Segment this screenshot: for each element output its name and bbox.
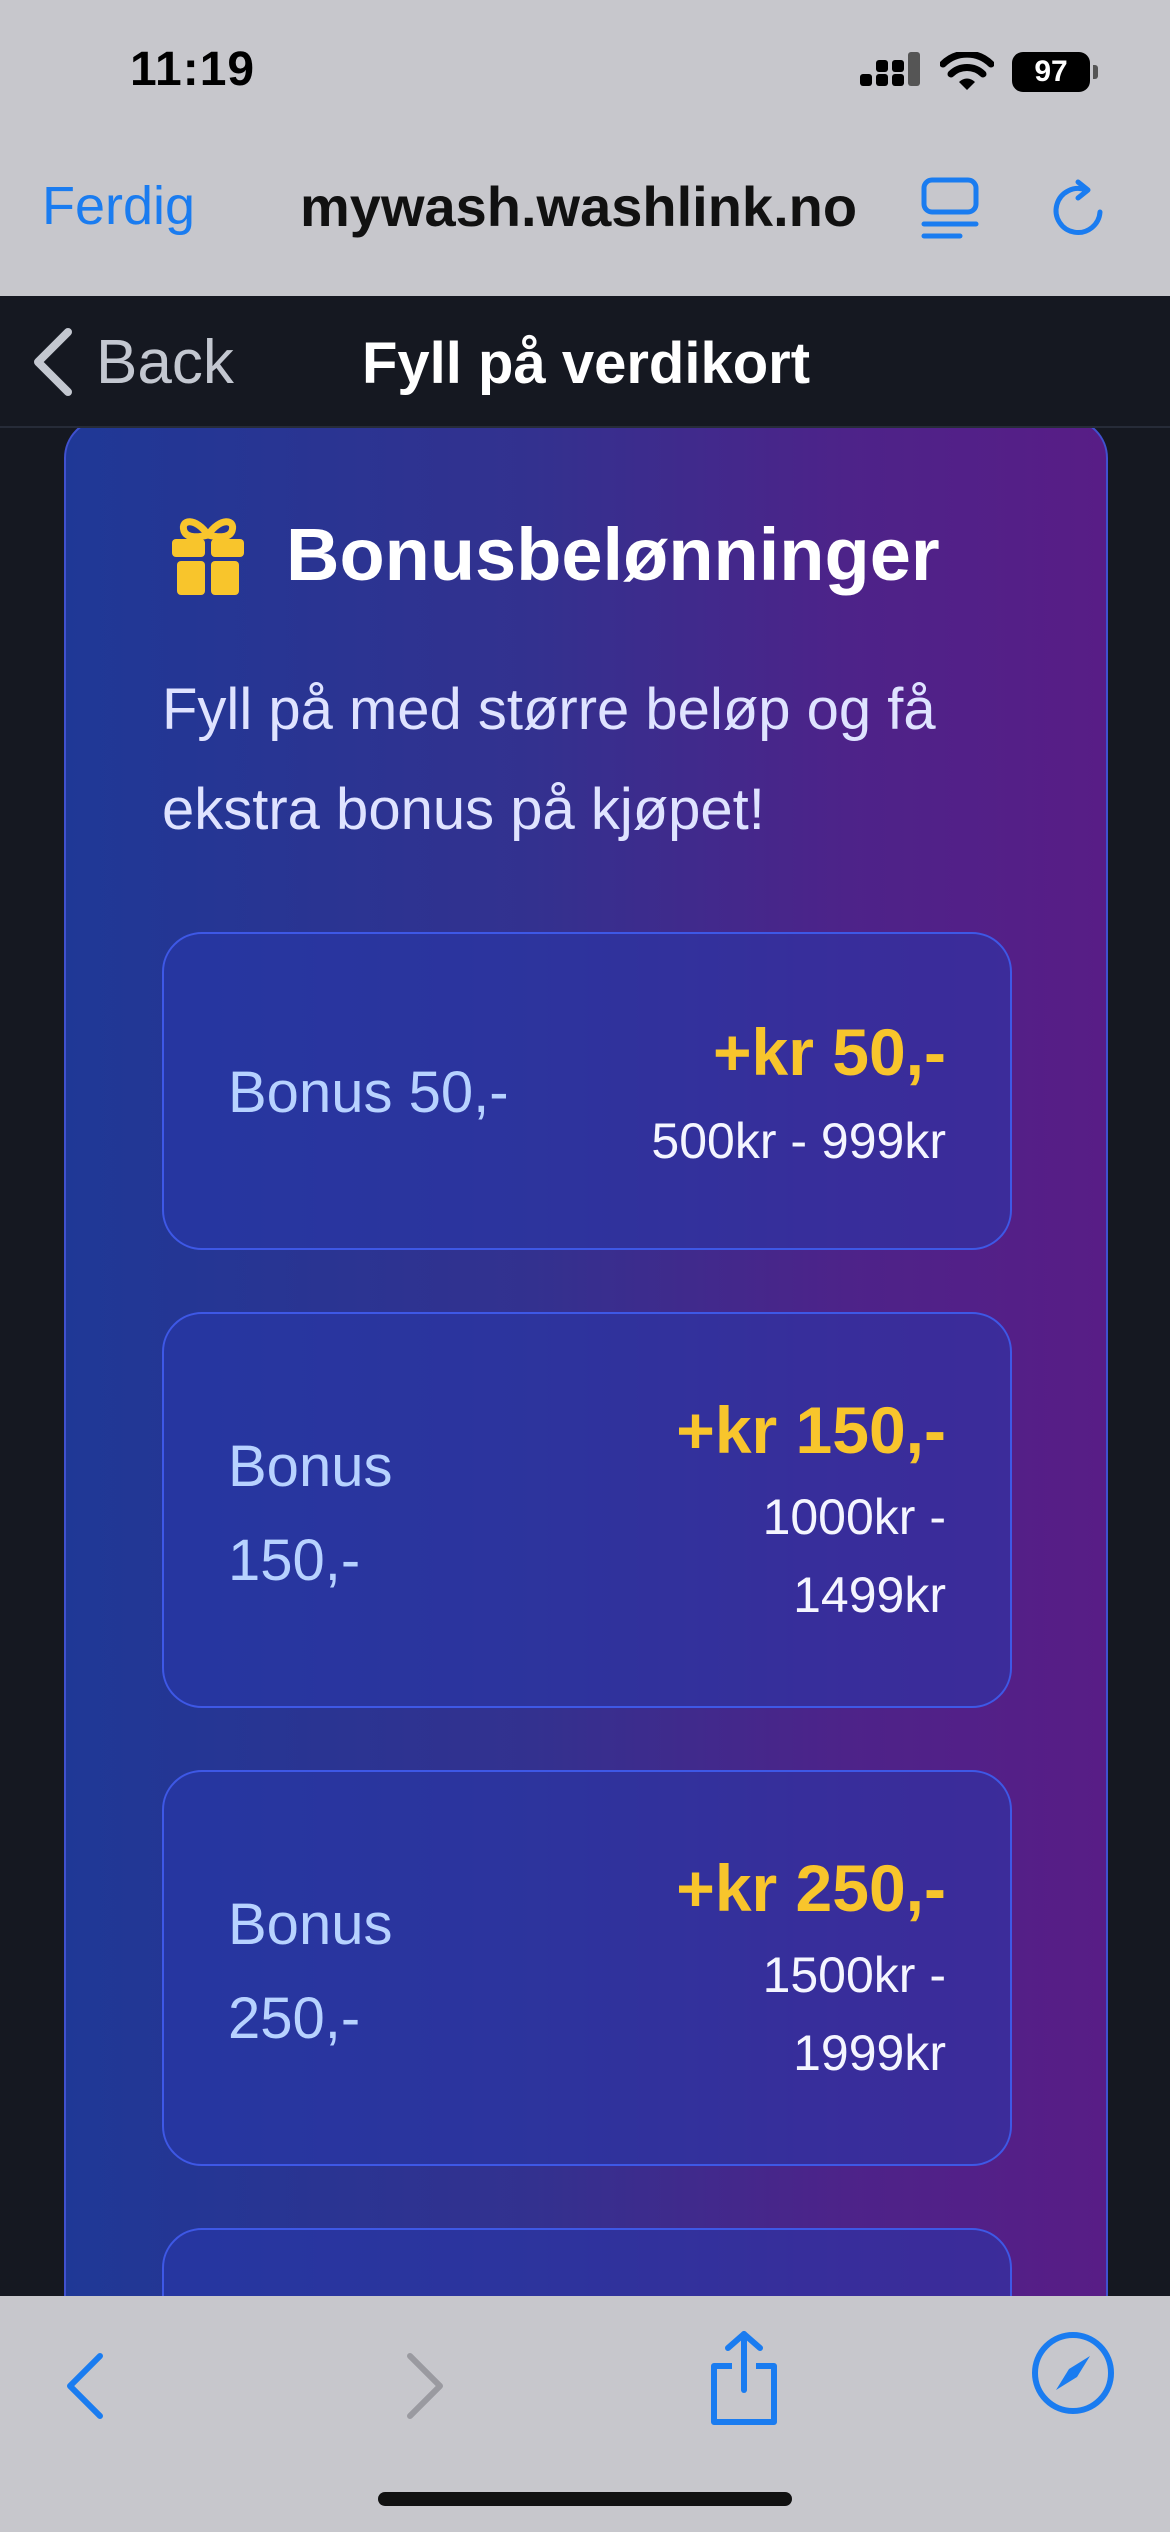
reload-icon[interactable]: [1048, 178, 1112, 242]
tier-amount: +kr 50,-: [713, 1015, 946, 1089]
bonus-title: Bonusbelønninger: [286, 513, 940, 596]
tier-name: Bonus 50,-: [228, 1060, 509, 1125]
back-arrow-icon[interactable]: [60, 2348, 110, 2424]
bonus-tier-250: Bonus 250,- +kr 250,- 1500kr - 1999kr: [162, 1770, 1012, 2166]
content-area[interactable]: Bonusbelønninger Fyll på med større belø…: [0, 428, 1170, 2296]
app-nav-bar: Back Fyll på verdikort: [0, 296, 1170, 428]
back-label: Back: [96, 327, 234, 397]
status-time: 11:19: [130, 43, 256, 96]
forward-arrow-icon[interactable]: [400, 2348, 450, 2424]
chevron-left-icon: [34, 328, 72, 396]
bonus-description: Fyll på med større beløp og få ekstra bo…: [162, 677, 936, 842]
tier-name: Bonus 250,-: [228, 1892, 393, 2051]
bonus-tier-150: Bonus 150,- +kr 150,- 1000kr - 1499kr: [162, 1312, 1012, 1708]
wifi-icon: [940, 52, 994, 90]
share-icon[interactable]: [706, 2328, 782, 2428]
bonus-tier-50: Bonus 50,- +kr 50,- 500kr - 999kr: [162, 932, 1012, 1250]
signal-icon: [860, 52, 920, 86]
back-button[interactable]: Back: [30, 326, 234, 398]
tier-name: Bonus 150,-: [228, 1434, 393, 1593]
home-indicator[interactable]: [378, 2492, 792, 2506]
reader-icon[interactable]: [920, 176, 980, 242]
tier-range: 1500kr - 1999kr: [762, 1947, 946, 2081]
tier-amount: +kr 150,-: [676, 1393, 946, 1467]
bonus-header: Bonusbelønninger: [170, 512, 940, 597]
bonus-tier-partial: [162, 2228, 1012, 2296]
done-button[interactable]: Ferdig: [42, 175, 195, 237]
gift-icon: [172, 517, 244, 595]
battery-icon: 97: [1012, 52, 1098, 92]
status-icons: 97: [860, 52, 1098, 92]
tier-amount: +kr 250,-: [676, 1851, 946, 1925]
browser-chrome: 11:19 97 Ferdig mywash.washlink.no: [0, 0, 1170, 296]
compass-icon[interactable]: [1030, 2330, 1116, 2416]
tier-range: 500kr - 999kr: [651, 1113, 946, 1169]
page-title: Fyll på verdikort: [362, 331, 811, 396]
bonus-panel: Bonusbelønninger Fyll på med større belø…: [64, 428, 1108, 2296]
url-display[interactable]: mywash.washlink.no: [300, 174, 857, 239]
tier-range: 1000kr - 1499kr: [762, 1489, 946, 1623]
